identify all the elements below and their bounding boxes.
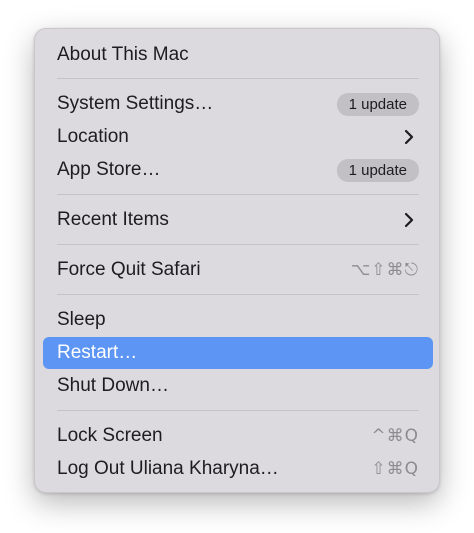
menu-item-recent-items[interactable]: Recent Items <box>43 204 433 236</box>
menu-separator <box>57 410 419 411</box>
menu-item-force-quit[interactable]: Force Quit Safari ⌥⇧⌘⎋ <box>43 254 433 286</box>
menu-separator <box>57 294 419 295</box>
menu-item-label: App Store… <box>57 159 161 180</box>
update-badge: 1 update <box>336 92 419 116</box>
chevron-right-icon <box>399 210 419 230</box>
menu-separator <box>57 78 419 79</box>
menu-item-location[interactable]: Location <box>43 121 433 153</box>
menu-item-label: System Settings… <box>57 93 214 114</box>
menu-item-label: Force Quit Safari <box>57 259 201 280</box>
menu-item-label: Recent Items <box>57 209 169 230</box>
apple-menu: About This Mac System Settings… 1 update… <box>34 28 440 493</box>
menu-item-label: Restart… <box>57 342 138 363</box>
menu-separator <box>57 194 419 195</box>
menu-item-system-settings[interactable]: System Settings… 1 update <box>43 88 433 120</box>
menu-item-about-this-mac[interactable]: About This Mac <box>43 39 433 71</box>
keyboard-shortcut: ⌥⇧⌘⎋ <box>350 260 419 280</box>
menu-item-log-out[interactable]: Log Out Uliana Kharyna… ⇧⌘Q <box>43 453 433 485</box>
chevron-right-icon <box>399 127 419 147</box>
menu-item-lock-screen[interactable]: Lock Screen ^⌘Q <box>43 420 433 452</box>
menu-item-app-store[interactable]: App Store… 1 update <box>43 154 433 186</box>
keyboard-shortcut: ⇧⌘Q <box>371 459 419 479</box>
menu-item-label: Log Out Uliana Kharyna… <box>57 458 279 479</box>
menu-item-restart[interactable]: Restart… <box>43 337 433 369</box>
menu-item-label: Lock Screen <box>57 425 163 446</box>
menu-item-label: About This Mac <box>57 44 189 65</box>
menu-item-label: Location <box>57 126 129 147</box>
menu-separator <box>57 244 419 245</box>
menu-item-sleep[interactable]: Sleep <box>43 304 433 336</box>
menu-item-label: Sleep <box>57 309 106 330</box>
menu-item-label: Shut Down… <box>57 375 169 396</box>
menu-item-shut-down[interactable]: Shut Down… <box>43 370 433 402</box>
keyboard-shortcut: ^⌘Q <box>371 426 419 446</box>
update-badge: 1 update <box>336 158 419 182</box>
